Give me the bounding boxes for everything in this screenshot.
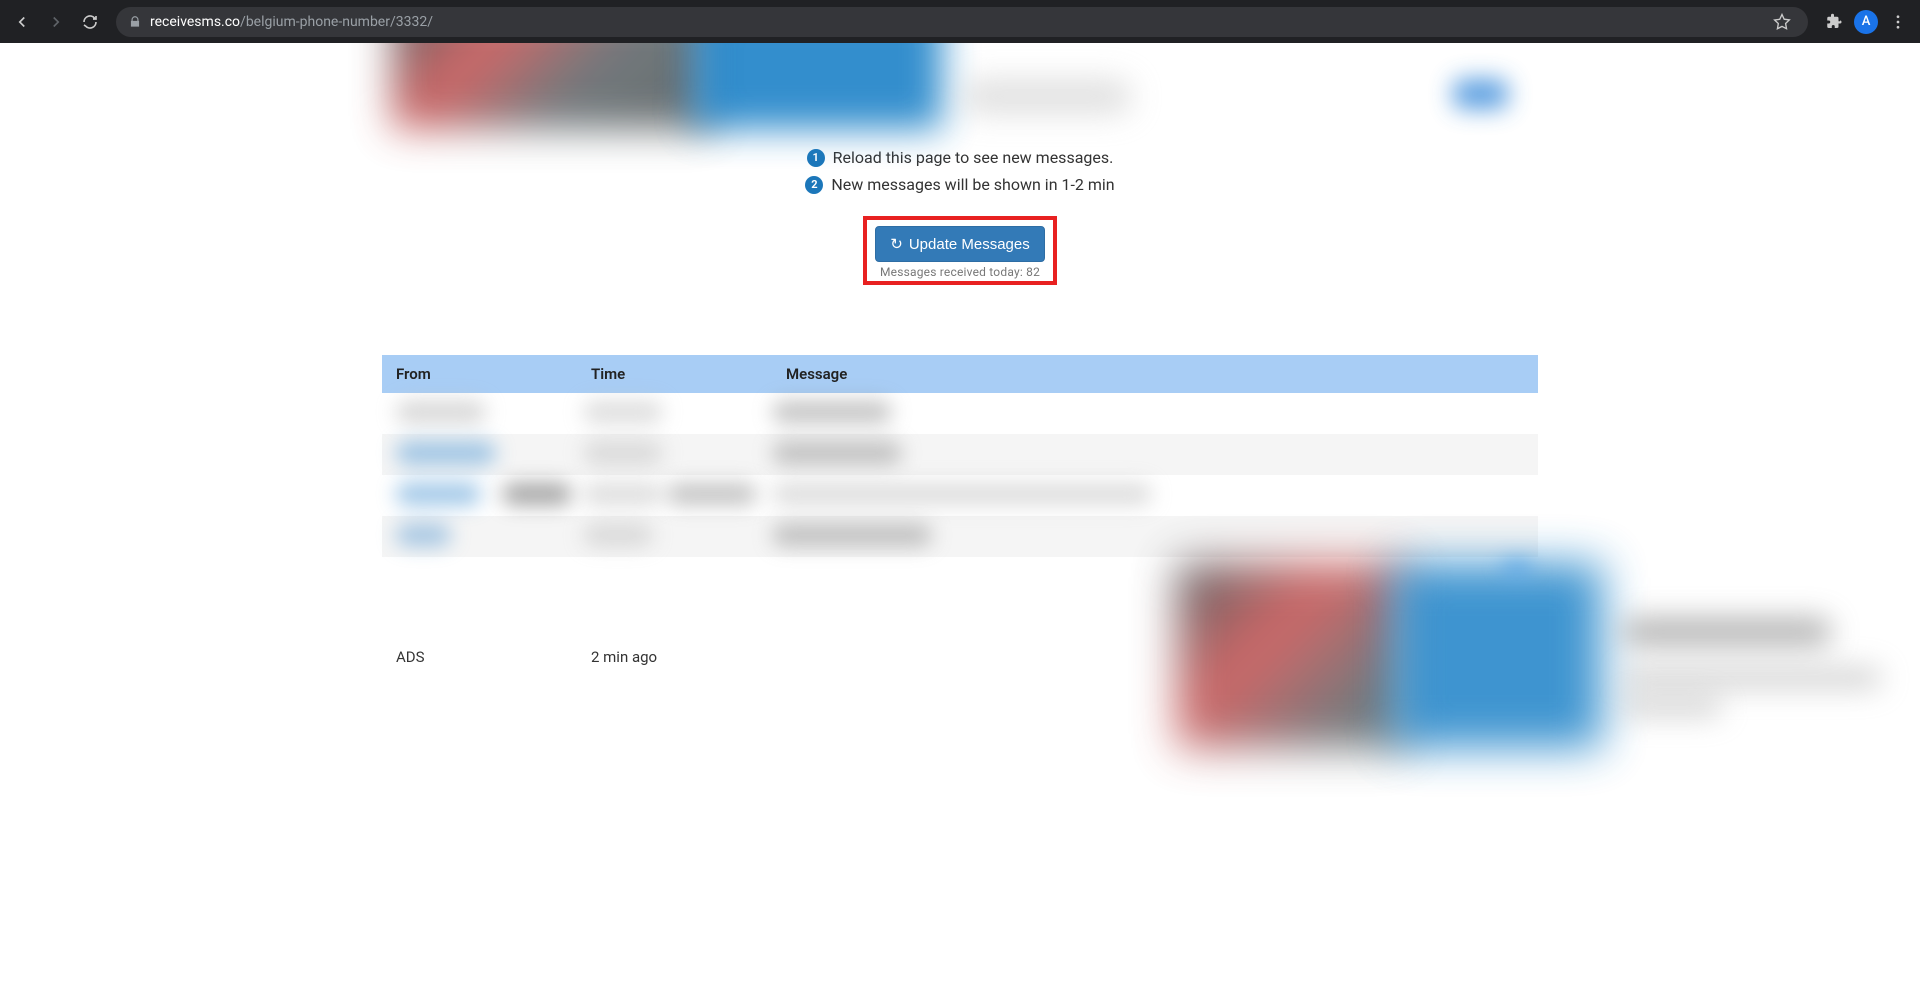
- table-header-row: From Time Message: [382, 355, 1538, 393]
- step-badge-2: 2: [805, 176, 823, 194]
- top-advertisement: [382, 43, 1538, 129]
- back-button[interactable]: [8, 8, 36, 36]
- address-bar[interactable]: receivesms.co/belgium-phone-number/3332/: [116, 7, 1808, 37]
- header-message: Message: [772, 355, 1538, 393]
- inline-advertisement: [772, 557, 1538, 757]
- update-messages-button[interactable]: ↻ Update Messages: [875, 226, 1044, 262]
- refresh-icon: ↻: [890, 235, 903, 253]
- table-row: [382, 475, 1538, 516]
- kebab-menu-icon[interactable]: [1884, 8, 1912, 36]
- header-time: Time: [577, 355, 772, 393]
- update-button-label: Update Messages: [909, 236, 1030, 253]
- url-text: receivesms.co/belgium-phone-number/3332/: [150, 14, 1760, 30]
- ads-time-cell: 2 min ago: [577, 557, 772, 757]
- browser-toolbar: receivesms.co/belgium-phone-number/3332/…: [0, 0, 1920, 43]
- star-icon[interactable]: [1768, 8, 1796, 36]
- messages-table: From Time Message: [382, 355, 1538, 757]
- profile-avatar[interactable]: A: [1854, 10, 1878, 34]
- table-row: [382, 393, 1538, 434]
- info-text-2: New messages will be shown in 1-2 min: [831, 175, 1114, 194]
- ads-from-cell: ADS: [382, 557, 577, 757]
- reload-button[interactable]: [76, 8, 104, 36]
- table-row-ads: ADS 2 min ago: [382, 557, 1538, 757]
- info-section: 1 Reload this page to see new messages. …: [382, 144, 1538, 198]
- table-row: [382, 516, 1538, 557]
- info-line-1: 1 Reload this page to see new messages.: [807, 148, 1114, 167]
- page-viewport[interactable]: 1 Reload this page to see new messages. …: [0, 43, 1920, 993]
- table-row: [382, 434, 1538, 475]
- main-content: 1 Reload this page to see new messages. …: [382, 43, 1538, 757]
- extensions-icon[interactable]: [1820, 8, 1848, 36]
- forward-button[interactable]: [42, 8, 70, 36]
- highlight-box: ↻ Update Messages Messages received toda…: [863, 216, 1056, 285]
- step-badge-1: 1: [807, 149, 825, 167]
- lock-icon: [128, 15, 142, 29]
- header-from: From: [382, 355, 577, 393]
- info-line-2: 2 New messages will be shown in 1-2 min: [805, 175, 1114, 194]
- messages-today-text: Messages received today: 82: [875, 265, 1044, 279]
- info-text-1: Reload this page to see new messages.: [833, 148, 1114, 167]
- update-section: ↻ Update Messages Messages received toda…: [382, 216, 1538, 285]
